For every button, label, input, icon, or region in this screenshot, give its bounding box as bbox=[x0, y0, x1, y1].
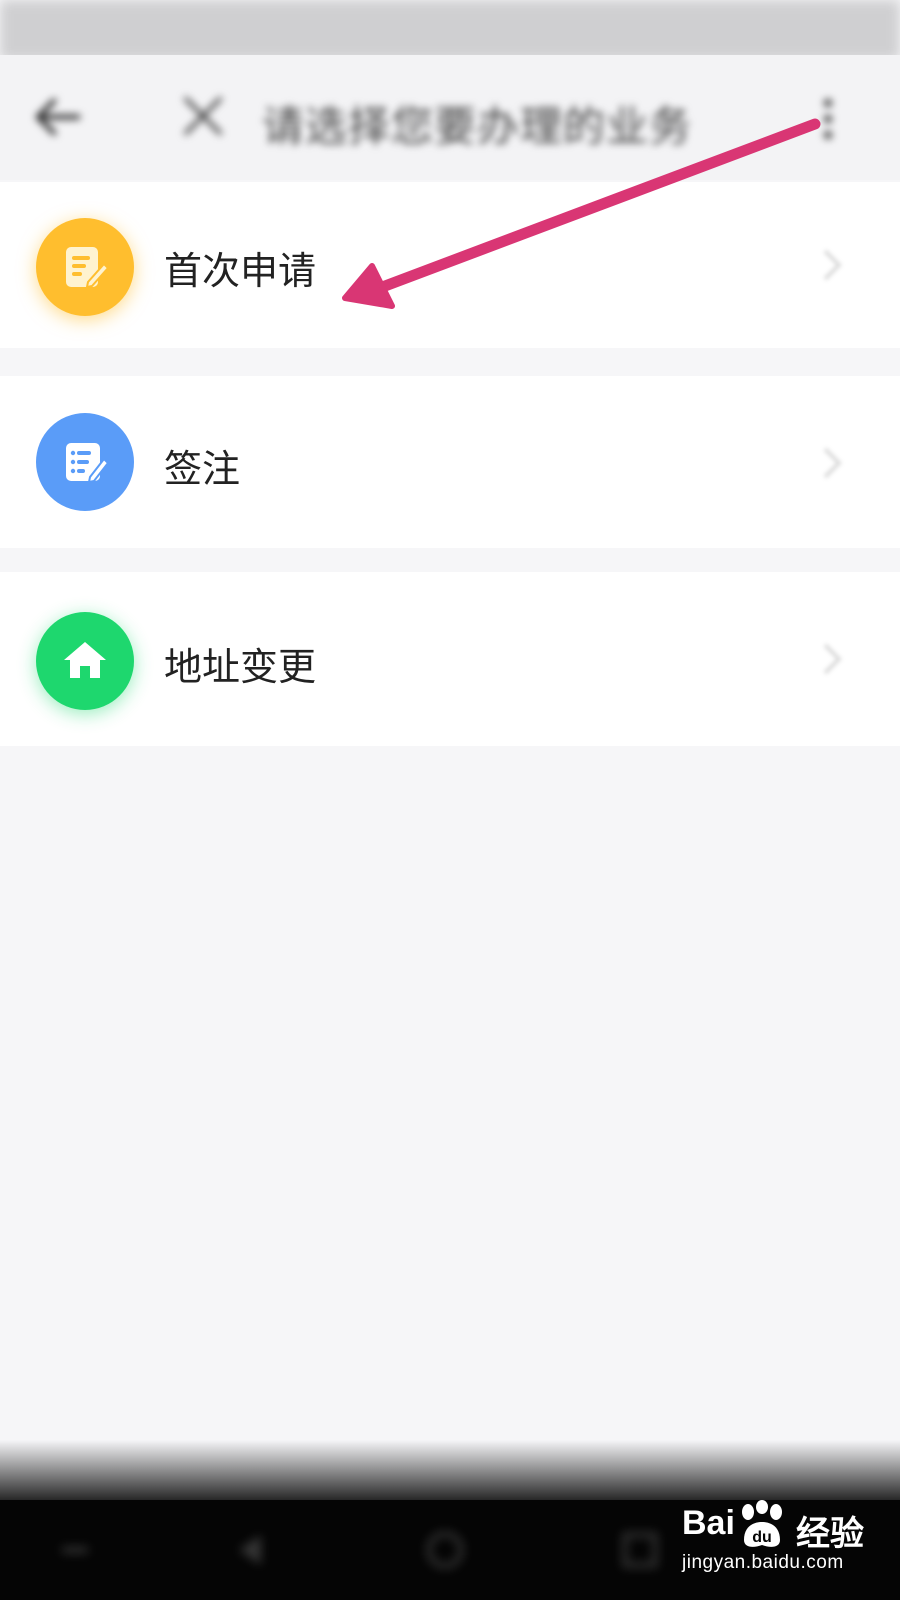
header-bar: 请选择您要办理的业务 bbox=[0, 55, 900, 180]
header-inner: 请选择您要办理的业务 bbox=[0, 55, 900, 180]
watermark-cn-text: 经验 bbox=[796, 1514, 864, 1554]
nav-menu-icon[interactable] bbox=[50, 1525, 100, 1575]
item-label: 地址变更 bbox=[164, 645, 317, 689]
item-label: 首次申请 bbox=[164, 249, 317, 293]
watermark-logo-text: Bai bbox=[682, 1504, 735, 1542]
chevron-right-icon bbox=[823, 249, 842, 281]
baidu-jingyan-watermark: Bai du 经验 jingyan.baidu.com bbox=[680, 1500, 890, 1592]
nav-recent-icon[interactable] bbox=[615, 1525, 665, 1575]
status-bar bbox=[0, 0, 900, 60]
list-item-endorsement[interactable]: 签注 bbox=[0, 376, 900, 548]
more-menu-icon[interactable] bbox=[818, 95, 838, 143]
close-icon[interactable] bbox=[182, 95, 224, 137]
item-label: 签注 bbox=[164, 447, 241, 491]
chevron-right-icon bbox=[823, 643, 842, 675]
nav-home-icon[interactable] bbox=[420, 1525, 470, 1575]
paw-icon: du bbox=[742, 1500, 782, 1547]
watermark-url: jingyan.baidu.com bbox=[682, 1552, 844, 1573]
page-title: 请选择您要办理的业务 bbox=[262, 102, 693, 151]
back-arrow-icon[interactable] bbox=[32, 97, 82, 137]
app-screen: 请选择您要办理的业务 首次申请 签注 地址变更 Bai du 经验 jingya… bbox=[0, 0, 900, 1600]
nav-back-icon[interactable] bbox=[225, 1525, 275, 1575]
list-edit-icon bbox=[36, 413, 134, 511]
list-item-first-application[interactable]: 首次申请 bbox=[0, 182, 900, 348]
home-icon bbox=[36, 612, 134, 710]
chevron-right-icon bbox=[823, 447, 842, 479]
svg-text:du: du bbox=[752, 1529, 772, 1546]
list-item-address-change[interactable]: 地址变更 bbox=[0, 572, 900, 746]
document-edit-icon bbox=[36, 218, 134, 316]
